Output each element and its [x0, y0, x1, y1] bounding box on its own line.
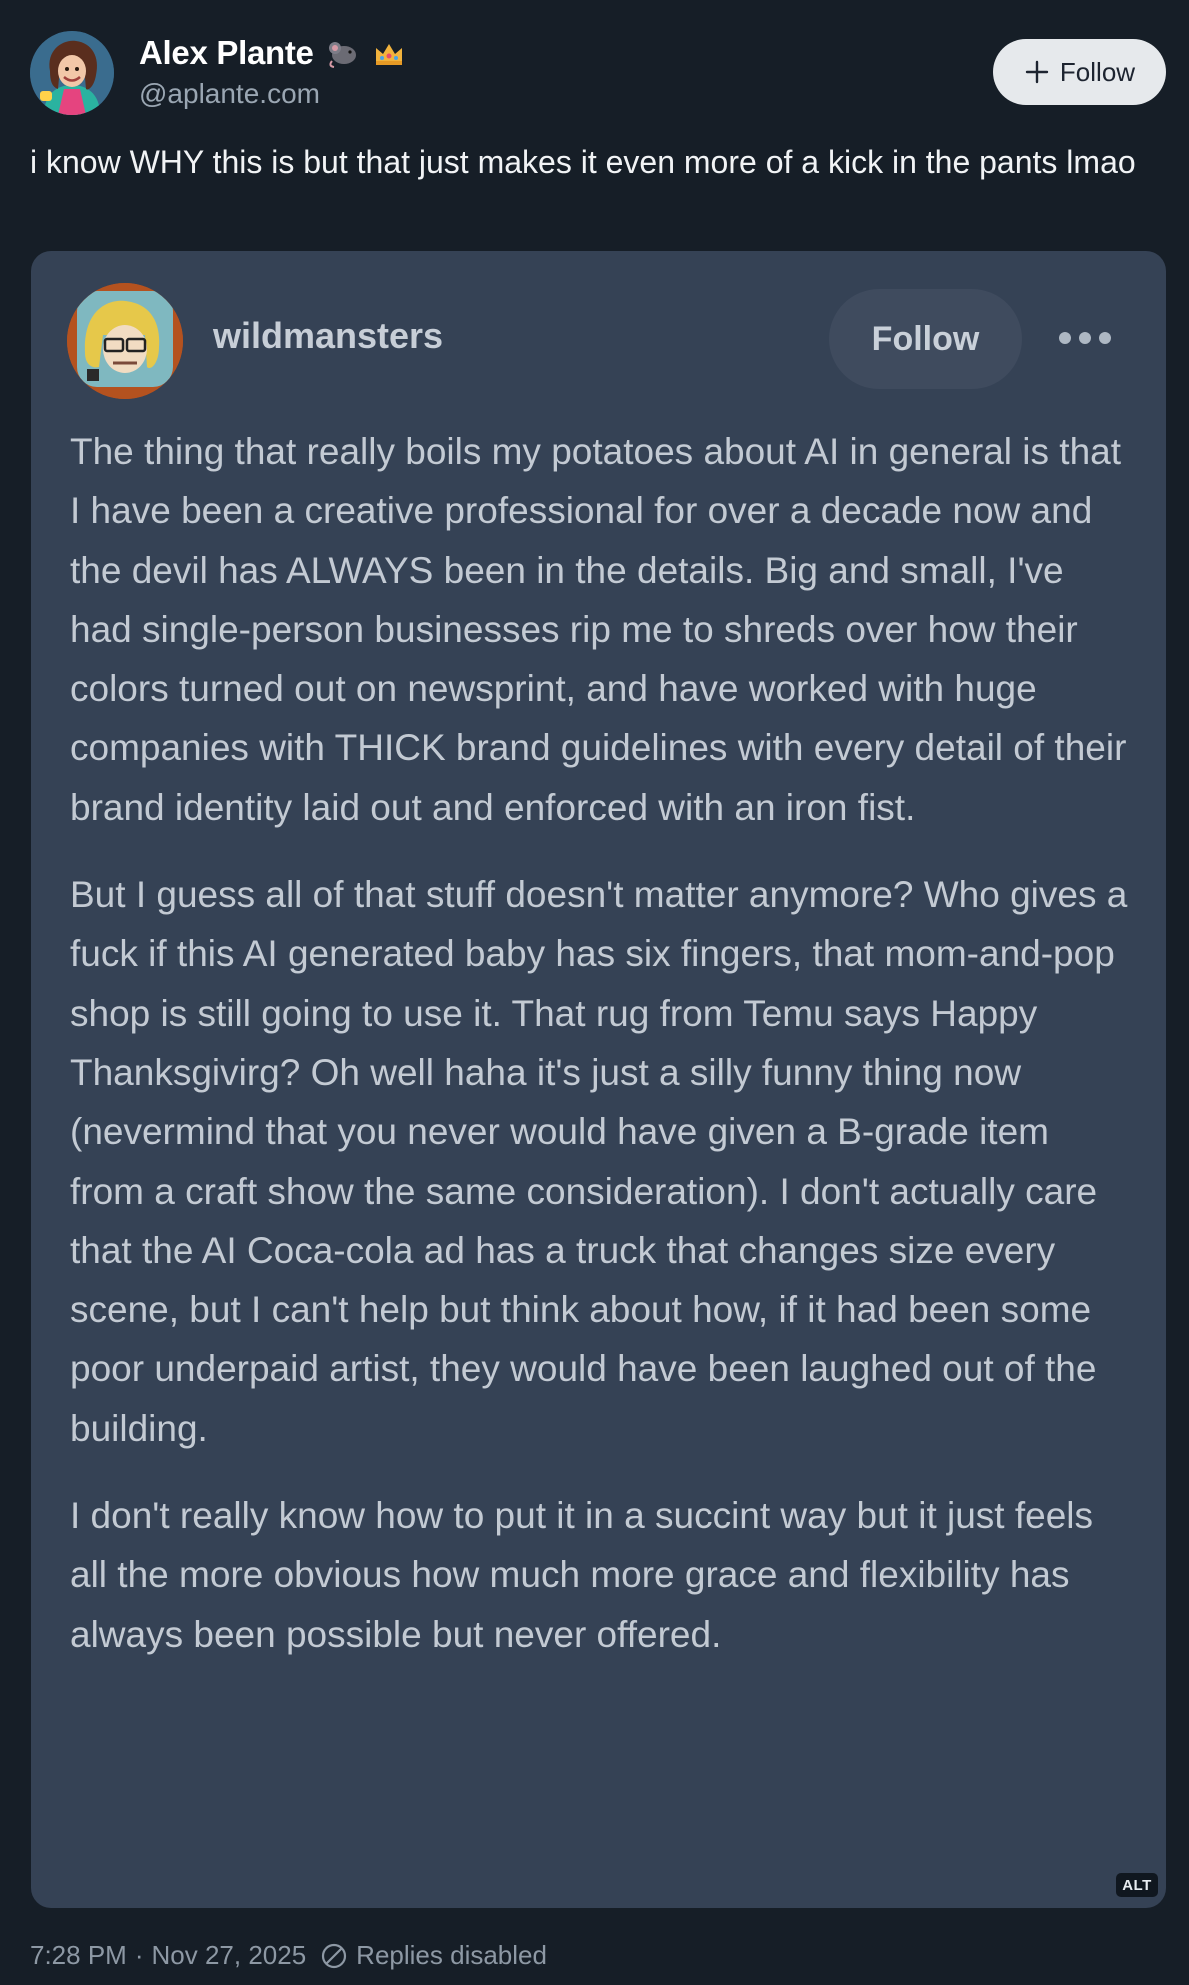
embed-author-avatar — [67, 283, 183, 399]
post-header: Alex Plante @aplante.com Follow — [30, 30, 1166, 116]
post-footer: 7:28 PM · Nov 27, 2025 Replies disabled — [30, 1940, 547, 1971]
embed-body: The thing that really boils my potatoes … — [70, 422, 1130, 1692]
rat-icon — [326, 37, 360, 69]
post-time[interactable]: 7:28 PM — [30, 1940, 127, 1971]
separator: · — [134, 1940, 144, 1970]
dot — [1059, 332, 1071, 344]
plus-icon — [1025, 60, 1049, 84]
embed-paragraph: The thing that really boils my potatoes … — [70, 431, 1127, 828]
alt-text-badge[interactable]: ALT — [1116, 1873, 1158, 1897]
embed-follow-button: Follow — [829, 289, 1022, 389]
author-name-row: Alex Plante — [139, 34, 406, 72]
embed-paragraph: I don't really know how to put it in a s… — [70, 1495, 1094, 1655]
embed-username: wildmansters — [213, 315, 444, 356]
post-text: i know WHY this is but that just makes i… — [30, 144, 1136, 180]
crown-icon — [372, 37, 406, 69]
dot — [1079, 332, 1091, 344]
author-display-name[interactable]: Alex Plante — [139, 34, 314, 72]
author-avatar[interactable] — [30, 31, 114, 115]
replies-status: Replies disabled — [356, 1940, 547, 1970]
follow-button[interactable]: Follow — [993, 39, 1166, 105]
dot — [1099, 332, 1111, 344]
embed-paragraph: But I guess all of that stuff doesn't ma… — [70, 874, 1128, 1449]
replies-disabled-icon — [322, 1943, 347, 1968]
post-date[interactable]: Nov 27, 2025 — [152, 1940, 307, 1971]
author-handle[interactable]: @aplante.com — [139, 78, 320, 110]
more-dots-icon — [1059, 323, 1115, 353]
embedded-screenshot[interactable]: wildmansters Follow The thing that reall… — [31, 251, 1166, 1908]
follow-button-label: Follow — [1059, 56, 1136, 87]
